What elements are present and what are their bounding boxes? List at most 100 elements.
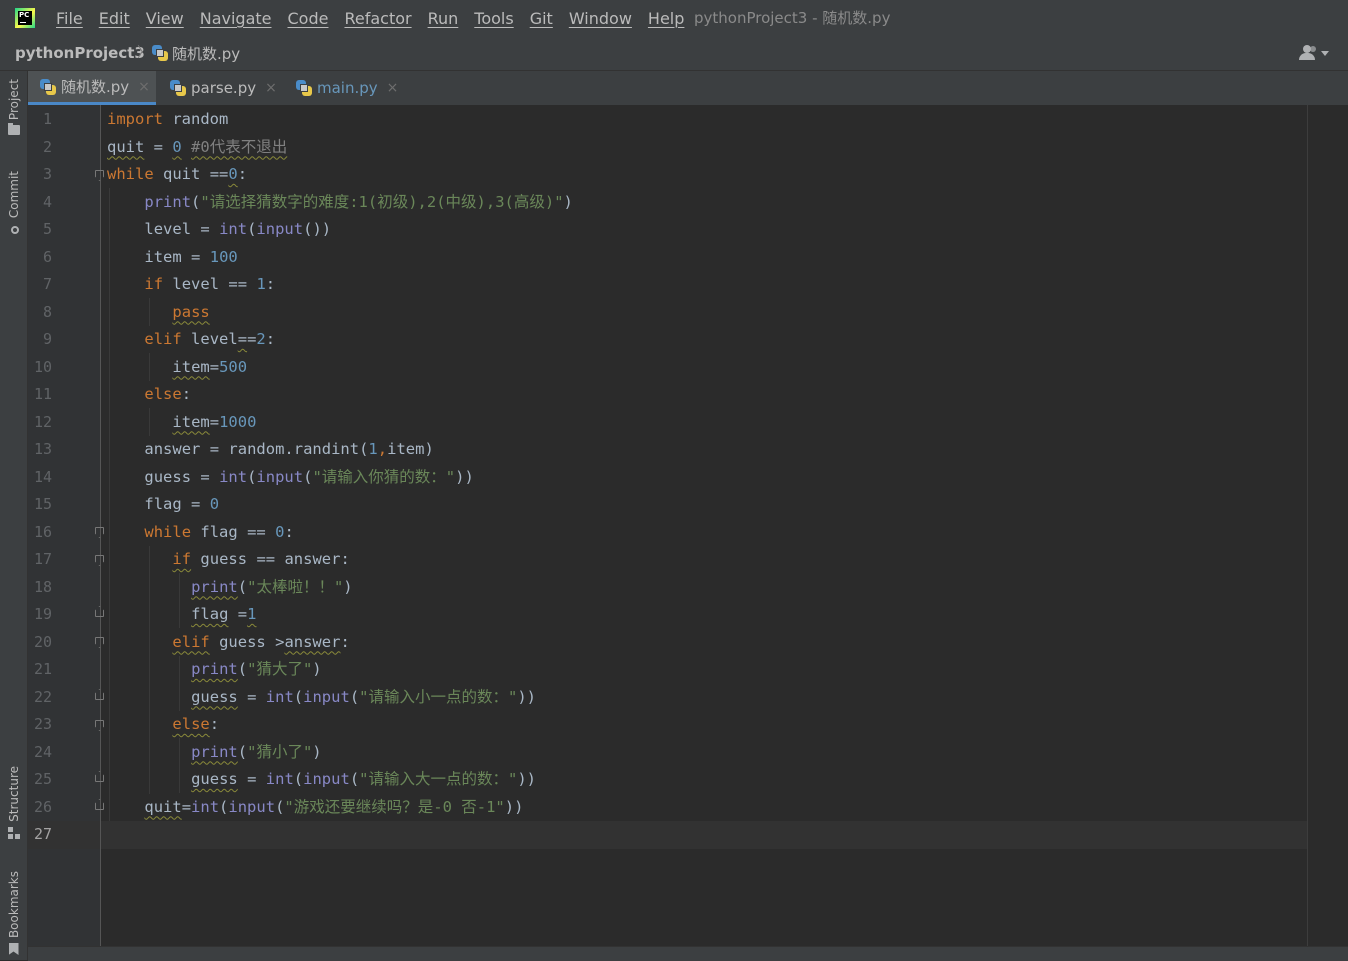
- line-number: 23: [33, 715, 52, 733]
- line-number: 10: [33, 357, 52, 376]
- code-token: guess: [200, 550, 248, 568]
- user-account-icon[interactable]: [1299, 44, 1333, 62]
- code-line[interactable]: print("猜大了"): [107, 656, 322, 684]
- close-icon[interactable]: ×: [387, 80, 399, 96]
- commit-tool-button[interactable]: Commit: [0, 171, 27, 235]
- code-token: ): [526, 687, 537, 706]
- code-token: =: [265, 550, 276, 568]
- breadcrumb-file[interactable]: 随机数.py: [152, 36, 240, 70]
- code-token: "太棒啦！！": [247, 577, 344, 596]
- code-line[interactable]: elif level==2:: [107, 326, 275, 354]
- breadcrumb-project[interactable]: pythonProject3: [15, 36, 145, 70]
- code-token: :: [340, 632, 350, 651]
- menu-refactor[interactable]: Refactor: [344, 9, 411, 28]
- code-token: =: [228, 275, 238, 293]
- code-token: item: [172, 412, 210, 431]
- code-line[interactable]: item=500: [107, 354, 247, 382]
- menu-help[interactable]: Help: [648, 9, 684, 28]
- code-line[interactable]: if level == 1:: [107, 271, 275, 299]
- code-line[interactable]: level = int(input()): [107, 216, 331, 244]
- tab-parse-py[interactable]: parse.py ×: [158, 71, 282, 105]
- code-line[interactable]: guess = int(input("请输入大一点的数：")): [107, 766, 536, 794]
- code-token: (: [219, 797, 229, 816]
- code-token: =: [200, 220, 210, 238]
- code-line[interactable]: if guess == answer:: [107, 546, 349, 574]
- code-line[interactable]: while flag == 0:: [107, 519, 293, 547]
- code-line[interactable]: while quit ==0:: [107, 161, 247, 189]
- code-line[interactable]: quit = 0 #0代表不退出: [107, 134, 287, 162]
- code-token: =: [209, 165, 220, 183]
- code-line[interactable]: else:: [107, 711, 219, 739]
- code-token: flag: [191, 605, 229, 623]
- bookmarks-tool-button[interactable]: Bookmarks: [0, 871, 27, 956]
- menu-edit[interactable]: Edit: [99, 9, 130, 28]
- menu-window[interactable]: Window: [569, 9, 632, 28]
- code-line[interactable]: else:: [107, 381, 191, 409]
- structure-tool-button[interactable]: Structure: [0, 766, 27, 839]
- code-token: while: [144, 522, 192, 541]
- code-token: ): [464, 467, 474, 486]
- code-token: 1: [247, 605, 257, 623]
- code-line[interactable]: quit=int(input("游戏还要继续吗？是-0 否-1")): [107, 794, 523, 822]
- code-token: ): [563, 192, 573, 211]
- code-token: =: [191, 495, 201, 513]
- close-icon[interactable]: ×: [265, 80, 277, 96]
- code-line[interactable]: flag =1: [107, 601, 256, 629]
- menu-code[interactable]: Code: [288, 9, 329, 28]
- code-line[interactable]: item = 100: [107, 244, 237, 272]
- code-line[interactable]: print("请选择猜数字的难度:1(初级),2(中级),3(高级)"): [107, 189, 573, 217]
- line-number: 16: [33, 522, 52, 541]
- menu-git[interactable]: Git: [530, 9, 553, 28]
- menu-run[interactable]: Run: [428, 9, 459, 28]
- menu-navigate[interactable]: Navigate: [200, 9, 272, 28]
- code-line[interactable]: item=1000: [107, 409, 256, 437]
- right-margin-guide: [1307, 105, 1308, 946]
- menu-view[interactable]: View: [146, 9, 184, 28]
- code-line[interactable]: print("猜小了"): [107, 739, 322, 767]
- tab-main-py[interactable]: main.py ×: [284, 71, 402, 105]
- project-tool-button[interactable]: Project: [0, 79, 27, 136]
- close-icon[interactable]: ×: [138, 79, 150, 95]
- code-token: elif: [144, 330, 182, 348]
- code-line[interactable]: elif guess >answer:: [107, 629, 350, 657]
- menu-file[interactable]: File: [56, 9, 83, 28]
- code-line[interactable]: print("太棒啦！！"): [107, 574, 353, 602]
- code-line[interactable]: flag = 0: [107, 491, 219, 519]
- code-token: guess: [191, 770, 238, 788]
- code-token: input: [303, 687, 350, 706]
- code-token: 0: [228, 165, 238, 183]
- menu-tools[interactable]: Tools: [474, 9, 513, 28]
- code-line[interactable]: import random: [107, 106, 228, 134]
- code-token: 500: [219, 357, 248, 376]
- code-line[interactable]: guess = int(input("请输入你猜的数：")): [107, 464, 474, 492]
- code-line[interactable]: guess = int(input("请输入小一点的数：")): [107, 684, 536, 712]
- code-token: =: [191, 247, 201, 266]
- code-line[interactable]: answer = random.randint(1,item): [107, 436, 433, 464]
- code-token: =: [237, 275, 248, 293]
- code-line[interactable]: pass: [107, 299, 209, 327]
- code-token: ,: [377, 440, 388, 458]
- tab-random-py[interactable]: 随机数.py ×: [28, 71, 156, 105]
